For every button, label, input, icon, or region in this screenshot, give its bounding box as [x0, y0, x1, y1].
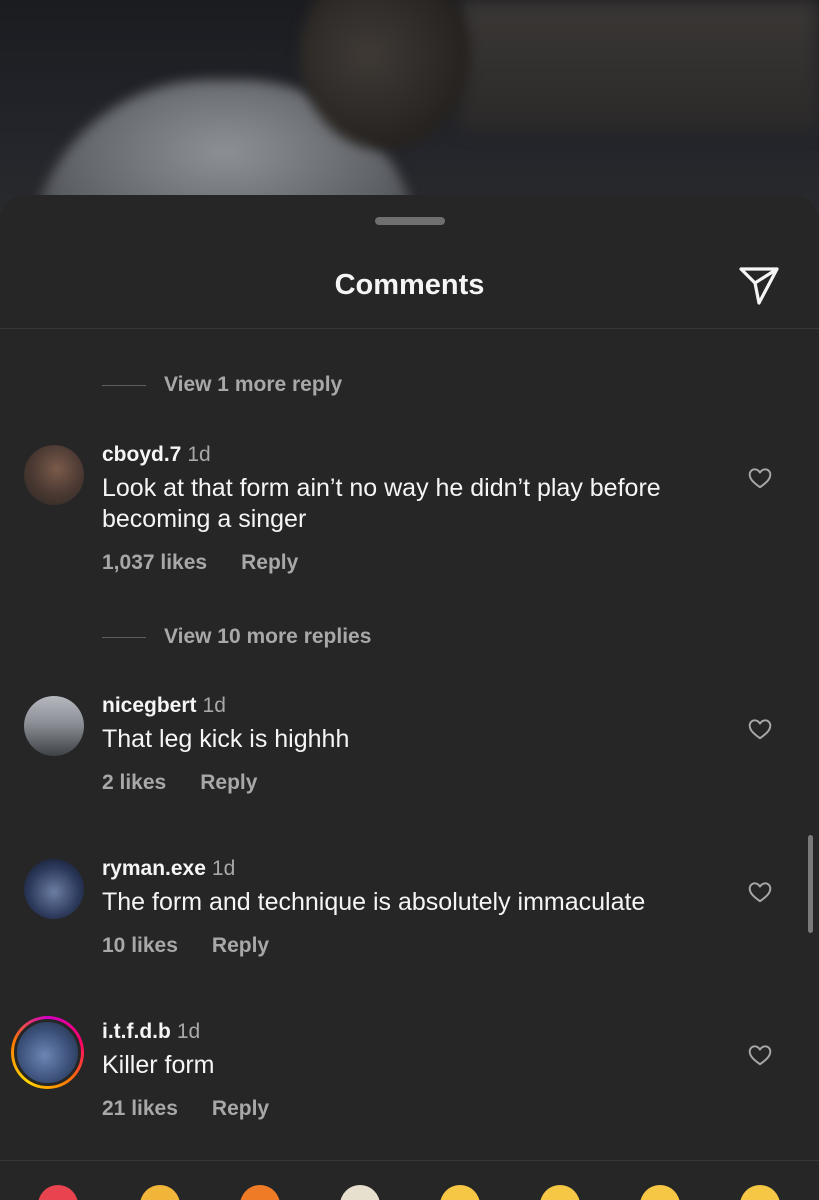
like-button[interactable] — [745, 877, 775, 907]
surprised-face-emoji-icon[interactable] — [640, 1185, 680, 1200]
divider — [0, 1160, 819, 1161]
avatar[interactable] — [24, 859, 84, 919]
avatar[interactable] — [24, 445, 84, 505]
avatar[interactable] — [24, 696, 84, 756]
raised-hands-emoji-icon[interactable] — [340, 1185, 380, 1200]
share-button[interactable] — [735, 261, 783, 309]
comment-username[interactable]: cboyd.7 — [102, 443, 181, 466]
comment-time: 1d — [176, 1020, 201, 1043]
likes-count[interactable]: 2 likes — [102, 771, 166, 795]
reply-button[interactable]: Reply — [241, 551, 298, 575]
comment-meta: 21 likes Reply — [102, 1097, 719, 1121]
thread-line — [102, 384, 146, 386]
like-button[interactable] — [745, 463, 775, 493]
heart-emoji-icon[interactable] — [38, 1185, 78, 1200]
avatar-story-ring[interactable] — [11, 1016, 84, 1089]
comment-body: i.t.f.d.b 1d Killer form 21 likes Reply — [102, 1020, 719, 1121]
comment-time: 1d — [202, 694, 226, 717]
comment-text: Look at that form ain’t no way he didn’t… — [102, 474, 661, 533]
comment-text: The form and technique is absolutely imm… — [102, 888, 646, 916]
comment-username[interactable]: nicegbert — [102, 694, 197, 717]
comment-time: 1d — [187, 443, 211, 466]
laughing-face-emoji-icon[interactable] — [740, 1185, 780, 1200]
heart-icon — [748, 468, 772, 489]
heart-icon — [748, 1045, 772, 1066]
comment-header: nicegbert 1d — [102, 694, 719, 718]
like-button[interactable] — [745, 1040, 775, 1070]
comment-header: ryman.exe 1d — [102, 857, 719, 881]
likes-count[interactable]: 10 likes — [102, 934, 178, 958]
comment-text: Killer form — [102, 1051, 215, 1079]
view-more-replies-button[interactable]: View 1 more reply — [102, 373, 342, 397]
thread-line — [102, 636, 146, 638]
drag-handle[interactable] — [375, 217, 445, 225]
fire-emoji-icon[interactable] — [240, 1185, 280, 1200]
comment-username[interactable]: i.t.f.d.b — [102, 1020, 171, 1043]
reply-button[interactable]: Reply — [212, 934, 269, 958]
crying-face-emoji-icon[interactable] — [440, 1185, 480, 1200]
comment-meta: 2 likes Reply — [102, 771, 719, 795]
comment-meta: 10 likes Reply — [102, 934, 719, 958]
comment-header: cboyd.7 1d — [102, 443, 719, 467]
comment-body: nicegbert 1d That leg kick is highhh 2 li… — [102, 694, 719, 795]
comment-header: i.t.f.d.b 1d — [102, 1020, 719, 1044]
emoji-reaction-bar — [0, 1185, 819, 1200]
scrollbar[interactable] — [808, 835, 813, 933]
view-more-replies-button[interactable]: View 10 more replies — [102, 625, 371, 649]
reply-button[interactable]: Reply — [200, 771, 257, 795]
heart-eyes-emoji-icon[interactable] — [540, 1185, 580, 1200]
comment-text: That leg kick is highhh — [102, 725, 350, 753]
backdrop-wall — [459, 0, 819, 130]
page-title: Comments — [334, 269, 485, 301]
comment-username[interactable]: ryman.exe — [102, 857, 206, 880]
comment-body: cboyd.7 1d Look at that form ain’t no way… — [102, 443, 719, 575]
heart-icon — [748, 882, 772, 903]
avatar — [14, 1019, 81, 1086]
comment-body: ryman.exe 1d The form and technique is ab… — [102, 857, 719, 958]
comments-header: Comments — [0, 257, 819, 329]
reply-button[interactable]: Reply — [212, 1097, 269, 1121]
paper-plane-icon — [739, 267, 779, 305]
clap-emoji-icon[interactable] — [140, 1185, 180, 1200]
view-more-label: View 1 more reply — [164, 373, 343, 396]
likes-count[interactable]: 1,037 likes — [102, 551, 207, 575]
comments-sheet: Comments View 1 more reply cboyd.7 1d Loo… — [0, 195, 819, 1200]
comment-time: 1d — [211, 857, 236, 880]
view-more-label: View 10 more replies — [164, 625, 372, 648]
heart-icon — [748, 719, 772, 740]
likes-count[interactable]: 21 likes — [102, 1097, 178, 1121]
comment-meta: 1,037 likes Reply — [102, 551, 719, 575]
like-button[interactable] — [745, 714, 775, 744]
